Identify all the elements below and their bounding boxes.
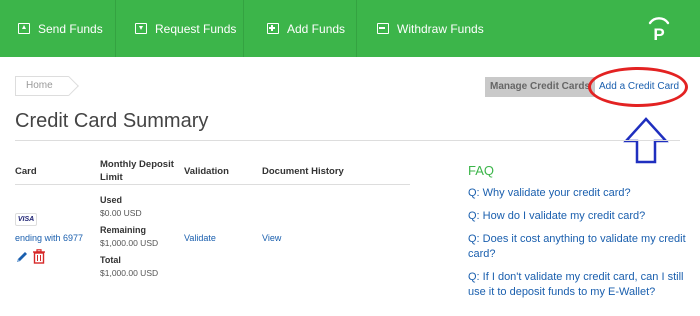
visa-icon: VISA: [15, 213, 37, 226]
withdraw-funds-icon: [377, 23, 389, 34]
nav-request-funds-label: Request Funds: [155, 21, 237, 36]
col-header-validation: Validation: [184, 166, 229, 177]
table-header-divider: [15, 184, 410, 185]
add-funds-icon: [267, 23, 279, 34]
faq-question-3[interactable]: Q: Does it cost anything to validate my …: [468, 232, 688, 262]
card-ending-link[interactable]: ending with 6977: [15, 233, 83, 243]
nav-divider: [243, 0, 244, 57]
edit-icon[interactable]: [15, 250, 29, 264]
remaining-value: $1,000.00 USD: [100, 238, 159, 248]
highlight-circle: [588, 67, 688, 107]
page-title: Credit Card Summary: [15, 110, 209, 132]
col-header-card: Card: [15, 166, 37, 177]
used-value: $0.00 USD: [100, 208, 142, 218]
faq-question-1[interactable]: Q: Why validate your credit card?: [468, 186, 688, 201]
title-divider: [15, 140, 680, 141]
col-header-monthly-line1: Monthly Deposit: [100, 159, 174, 170]
remaining-label: Remaining: [100, 225, 147, 235]
used-label: Used: [100, 195, 123, 205]
up-arrow-icon: [623, 117, 669, 164]
faq-question-2[interactable]: Q: How do I validate my credit card?: [468, 209, 688, 224]
top-nav: Send Funds Request Funds Add Funds Withd…: [0, 0, 700, 57]
nav-withdraw-funds[interactable]: Withdraw Funds: [377, 0, 484, 57]
validate-link[interactable]: Validate: [184, 233, 216, 243]
faq-question-4[interactable]: Q: If I don't validate my credit card, c…: [468, 270, 688, 300]
send-funds-icon: [18, 23, 30, 34]
nav-send-funds-label: Send Funds: [38, 21, 103, 36]
nav-add-funds[interactable]: Add Funds: [267, 0, 345, 57]
brand-logo-icon[interactable]: P: [644, 14, 674, 44]
nav-send-funds[interactable]: Send Funds: [18, 0, 103, 57]
request-funds-icon: [135, 23, 147, 34]
total-label: Total: [100, 255, 121, 265]
total-value: $1,000.00 USD: [100, 268, 159, 278]
nav-add-funds-label: Add Funds: [287, 21, 346, 36]
col-header-document-history: Document History: [262, 166, 344, 177]
brand-logo-letter: P: [653, 25, 664, 44]
nav-divider: [356, 0, 357, 57]
view-link[interactable]: View: [262, 233, 281, 243]
nav-request-funds[interactable]: Request Funds: [135, 0, 236, 57]
delete-icon[interactable]: [32, 249, 46, 264]
manage-credit-cards-button[interactable]: Manage Credit Cards: [485, 77, 596, 97]
col-header-monthly-line2: Limit: [100, 172, 123, 183]
faq-title: FAQ: [468, 163, 495, 178]
breadcrumb-home[interactable]: Home: [15, 76, 69, 96]
col-header-monthly-limit: Monthly Deposit Limit: [100, 158, 174, 184]
nav-divider: [115, 0, 116, 57]
nav-withdraw-funds-label: Withdraw Funds: [397, 21, 484, 36]
